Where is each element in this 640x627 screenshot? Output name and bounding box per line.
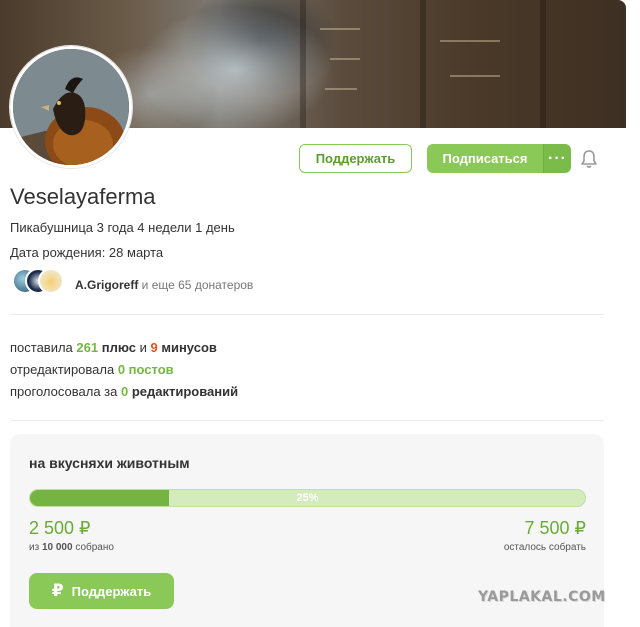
subscribe-button[interactable]: Подписаться	[427, 144, 543, 173]
donate-button[interactable]: ₽ Поддержать	[29, 573, 174, 609]
donors-summary[interactable]: A.Grigoreff и еще 65 донатеров	[75, 278, 253, 292]
stat-voted-edits: проголосовала за 0 редактирований	[10, 384, 238, 399]
stat-text: отредактировала	[10, 362, 118, 377]
more-options-button[interactable]: ···	[543, 144, 571, 173]
profile-username: Veselayaferma	[10, 184, 156, 209]
remaining-amount: 7 500 ₽	[524, 518, 587, 538]
profile-tenure: Пикабушница 3 года 4 недели 1 день	[10, 220, 235, 235]
caption-text: собрано	[72, 542, 114, 553]
avatar[interactable]	[10, 46, 132, 168]
bell-icon[interactable]	[580, 149, 598, 169]
top-donor-name[interactable]: A.Grigoreff	[75, 278, 138, 292]
fundraiser-progress-bar: 25%	[29, 489, 586, 507]
caption-text: из	[29, 542, 42, 553]
stat-text: редактирований	[128, 384, 239, 399]
ruble-icon: ₽	[51, 581, 64, 600]
divider	[10, 420, 604, 421]
stat-votes: поставила 261 плюс и 9 минусов	[10, 340, 217, 355]
progress-label: 25%	[296, 492, 319, 504]
donor-avatars[interactable]	[12, 268, 72, 296]
donors-count-text: и еще 65 донатеров	[138, 278, 254, 292]
stat-text: поставила	[10, 340, 77, 355]
collected-caption: из 10 000 собрано	[29, 542, 114, 553]
profile-birthday: Дата рождения: 28 марта	[10, 245, 164, 260]
stat-text: и	[136, 340, 151, 355]
donate-label: Поддержать	[71, 583, 152, 599]
rooster-avatar-image	[13, 49, 129, 165]
goal-amount: 10 000	[41, 542, 73, 553]
pluses-count: 261	[76, 340, 99, 355]
edited-posts-count: 0	[117, 362, 126, 377]
minuses-count: 9	[150, 340, 158, 355]
stat-text: проголосовала за	[10, 384, 121, 399]
stat-text: плюс	[98, 340, 136, 355]
remaining-caption: осталось собрать	[503, 542, 586, 553]
watermark: YAPLAKAL.COM	[478, 589, 606, 605]
divider	[10, 314, 604, 315]
support-button[interactable]: Поддержать	[299, 144, 412, 173]
donor-avatar	[38, 268, 64, 294]
stat-text: постов	[125, 362, 174, 377]
fundraiser-title: на вкусняхи животным	[29, 455, 190, 471]
stat-text: минусов	[157, 340, 217, 355]
collected-amount: 2 500 ₽	[29, 518, 91, 538]
stat-edits: отредактировала 0 постов	[10, 362, 174, 377]
